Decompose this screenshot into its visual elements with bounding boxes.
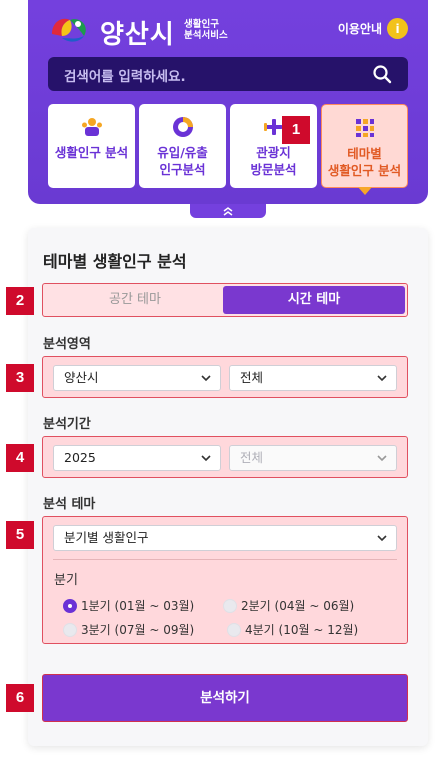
chevron-down-icon bbox=[377, 455, 387, 462]
theme-type-tabs: 공간 테마 시간 테마 bbox=[42, 283, 408, 317]
annotation-badge-3: 3 bbox=[6, 364, 34, 392]
chevron-down-icon bbox=[377, 375, 387, 382]
period-month-select[interactable]: 전체 bbox=[229, 445, 397, 471]
quarter-radio-2[interactable]: 2분기 (04월 ~ 06월) bbox=[223, 597, 354, 614]
area-district-select[interactable]: 전체 bbox=[229, 365, 397, 391]
menu-tile-label-line2: 인구분석 bbox=[159, 162, 206, 177]
menu-tile-label: 관광지 방문분석 bbox=[230, 144, 317, 178]
quarter-radio-4[interactable]: 4분기 (10월 ~ 12월) bbox=[227, 621, 358, 638]
help-label: 이용안내 bbox=[337, 22, 382, 36]
collapse-menu-button[interactable] bbox=[190, 204, 266, 218]
period-year-value: 2025 bbox=[64, 450, 96, 465]
menu-tile-label: 테마별 생활인구 분석 bbox=[322, 145, 407, 179]
period-label: 분석기간 bbox=[43, 417, 91, 432]
logo-subtitle-line1: 생활인구 bbox=[184, 19, 219, 30]
quarter-radio-1[interactable]: 1분기 (01월 ~ 03월) bbox=[63, 597, 194, 614]
quarter-radio-label: 3분기 (07월 ~ 09월) bbox=[81, 623, 195, 637]
grid-icon bbox=[355, 119, 374, 137]
theme-group: 분기별 생활인구 분기 1분기 (01월 ~ 03월) 2분기 (04월 ~ 0… bbox=[42, 516, 408, 644]
annotation-badge-1: 1 bbox=[282, 116, 310, 144]
radio-unselected-icon[interactable] bbox=[63, 622, 77, 637]
quarter-radio-label: 2분기 (04월 ~ 06월) bbox=[241, 599, 355, 613]
divider bbox=[53, 559, 397, 560]
radio-unselected-icon[interactable] bbox=[223, 598, 237, 613]
panel-title: 테마별 생활인구 분석 bbox=[43, 252, 187, 271]
search-icon[interactable] bbox=[372, 64, 392, 84]
period-year-select[interactable]: 2025 bbox=[53, 445, 221, 471]
analysis-panel: 테마별 생활인구 분석 공간 테마 시간 테마 분석영역 양산시 전체 분석기간… bbox=[28, 228, 428, 746]
analyze-button[interactable]: 분석하기 bbox=[42, 674, 408, 722]
tab-time-theme[interactable]: 시간 테마 bbox=[223, 286, 405, 314]
theme-select-value: 분기별 생활인구 bbox=[64, 530, 149, 545]
info-icon: i bbox=[387, 18, 408, 39]
logo[interactable]: 양산시 생활인구 분석서비스 bbox=[48, 12, 248, 50]
chevron-down-icon bbox=[201, 375, 211, 382]
menu-tiles: 생활인구 분석 유입/유출 인구분석 관광지 방문분석 테마별 생활인구 분석 bbox=[48, 104, 408, 195]
logo-title: 양산시 bbox=[100, 20, 175, 50]
menu-tile-label-line1: 관광지 bbox=[256, 145, 291, 160]
radio-unselected-icon[interactable] bbox=[227, 622, 241, 637]
menu-tile-label: 생활인구 분석 bbox=[48, 144, 135, 161]
chevron-up-icon bbox=[223, 207, 233, 216]
chevron-down-icon bbox=[377, 535, 387, 542]
chevron-down-icon bbox=[201, 455, 211, 462]
logo-subtitle-line2: 분석서비스 bbox=[184, 30, 228, 41]
menu-tile-label-line2: 방문분석 bbox=[250, 162, 297, 177]
annotation-badge-6: 6 bbox=[6, 684, 34, 712]
area-select-group: 양산시 전체 bbox=[42, 356, 408, 398]
search-bar[interactable]: 검색어를 입력하세요. bbox=[48, 57, 408, 91]
search-input[interactable]: 검색어를 입력하세요. bbox=[64, 65, 186, 85]
area-city-select[interactable]: 양산시 bbox=[53, 365, 221, 391]
menu-tile-label-line1: 테마별 bbox=[347, 146, 382, 161]
logo-mark-icon bbox=[52, 18, 86, 42]
theme-select[interactable]: 분기별 생활인구 bbox=[53, 525, 397, 551]
quarter-radio-label: 4분기 (10월 ~ 12월) bbox=[245, 623, 359, 637]
annotation-badge-2: 2 bbox=[6, 287, 34, 315]
people-icon bbox=[81, 118, 102, 136]
header: 양산시 생활인구 분석서비스 이용안내 i 검색어를 입력하세요. 생활인구 분… bbox=[28, 0, 428, 204]
radio-selected-icon[interactable] bbox=[63, 598, 77, 613]
help-link[interactable]: 이용안내 i bbox=[338, 18, 408, 39]
quarter-radio-label: 1분기 (01월 ~ 03월) bbox=[81, 599, 195, 613]
period-month-value: 전체 bbox=[240, 450, 264, 465]
pie-chart-icon bbox=[172, 117, 193, 137]
menu-tile-inflow-outflow[interactable]: 유입/유출 인구분석 bbox=[139, 104, 226, 188]
menu-tile-label: 유입/유출 인구분석 bbox=[139, 144, 226, 178]
theme-label: 분석 테마 bbox=[43, 497, 96, 512]
menu-tile-theme[interactable]: 테마별 생활인구 분석 bbox=[321, 104, 408, 195]
area-city-value: 양산시 bbox=[64, 370, 99, 385]
logo-subtitle: 생활인구 분석서비스 bbox=[184, 19, 228, 41]
annotation-badge-4: 4 bbox=[6, 444, 34, 472]
area-district-value: 전체 bbox=[240, 370, 264, 385]
tab-space-theme[interactable]: 공간 테마 bbox=[45, 286, 225, 314]
menu-tile-label-line1: 생활인구 분석 bbox=[54, 145, 129, 160]
menu-tile-population[interactable]: 생활인구 분석 bbox=[48, 104, 135, 188]
area-label: 분석영역 bbox=[43, 337, 91, 352]
menu-tile-label-line2: 생활인구 분석 bbox=[327, 163, 402, 178]
quarter-radio-3[interactable]: 3분기 (07월 ~ 09월) bbox=[63, 621, 194, 638]
quarter-label: 분기 bbox=[54, 573, 78, 588]
active-indicator-arrow bbox=[357, 187, 372, 195]
period-select-group: 2025 전체 bbox=[42, 436, 408, 478]
annotation-badge-5: 5 bbox=[6, 521, 34, 549]
menu-tile-label-line1: 유입/유출 bbox=[157, 145, 208, 160]
